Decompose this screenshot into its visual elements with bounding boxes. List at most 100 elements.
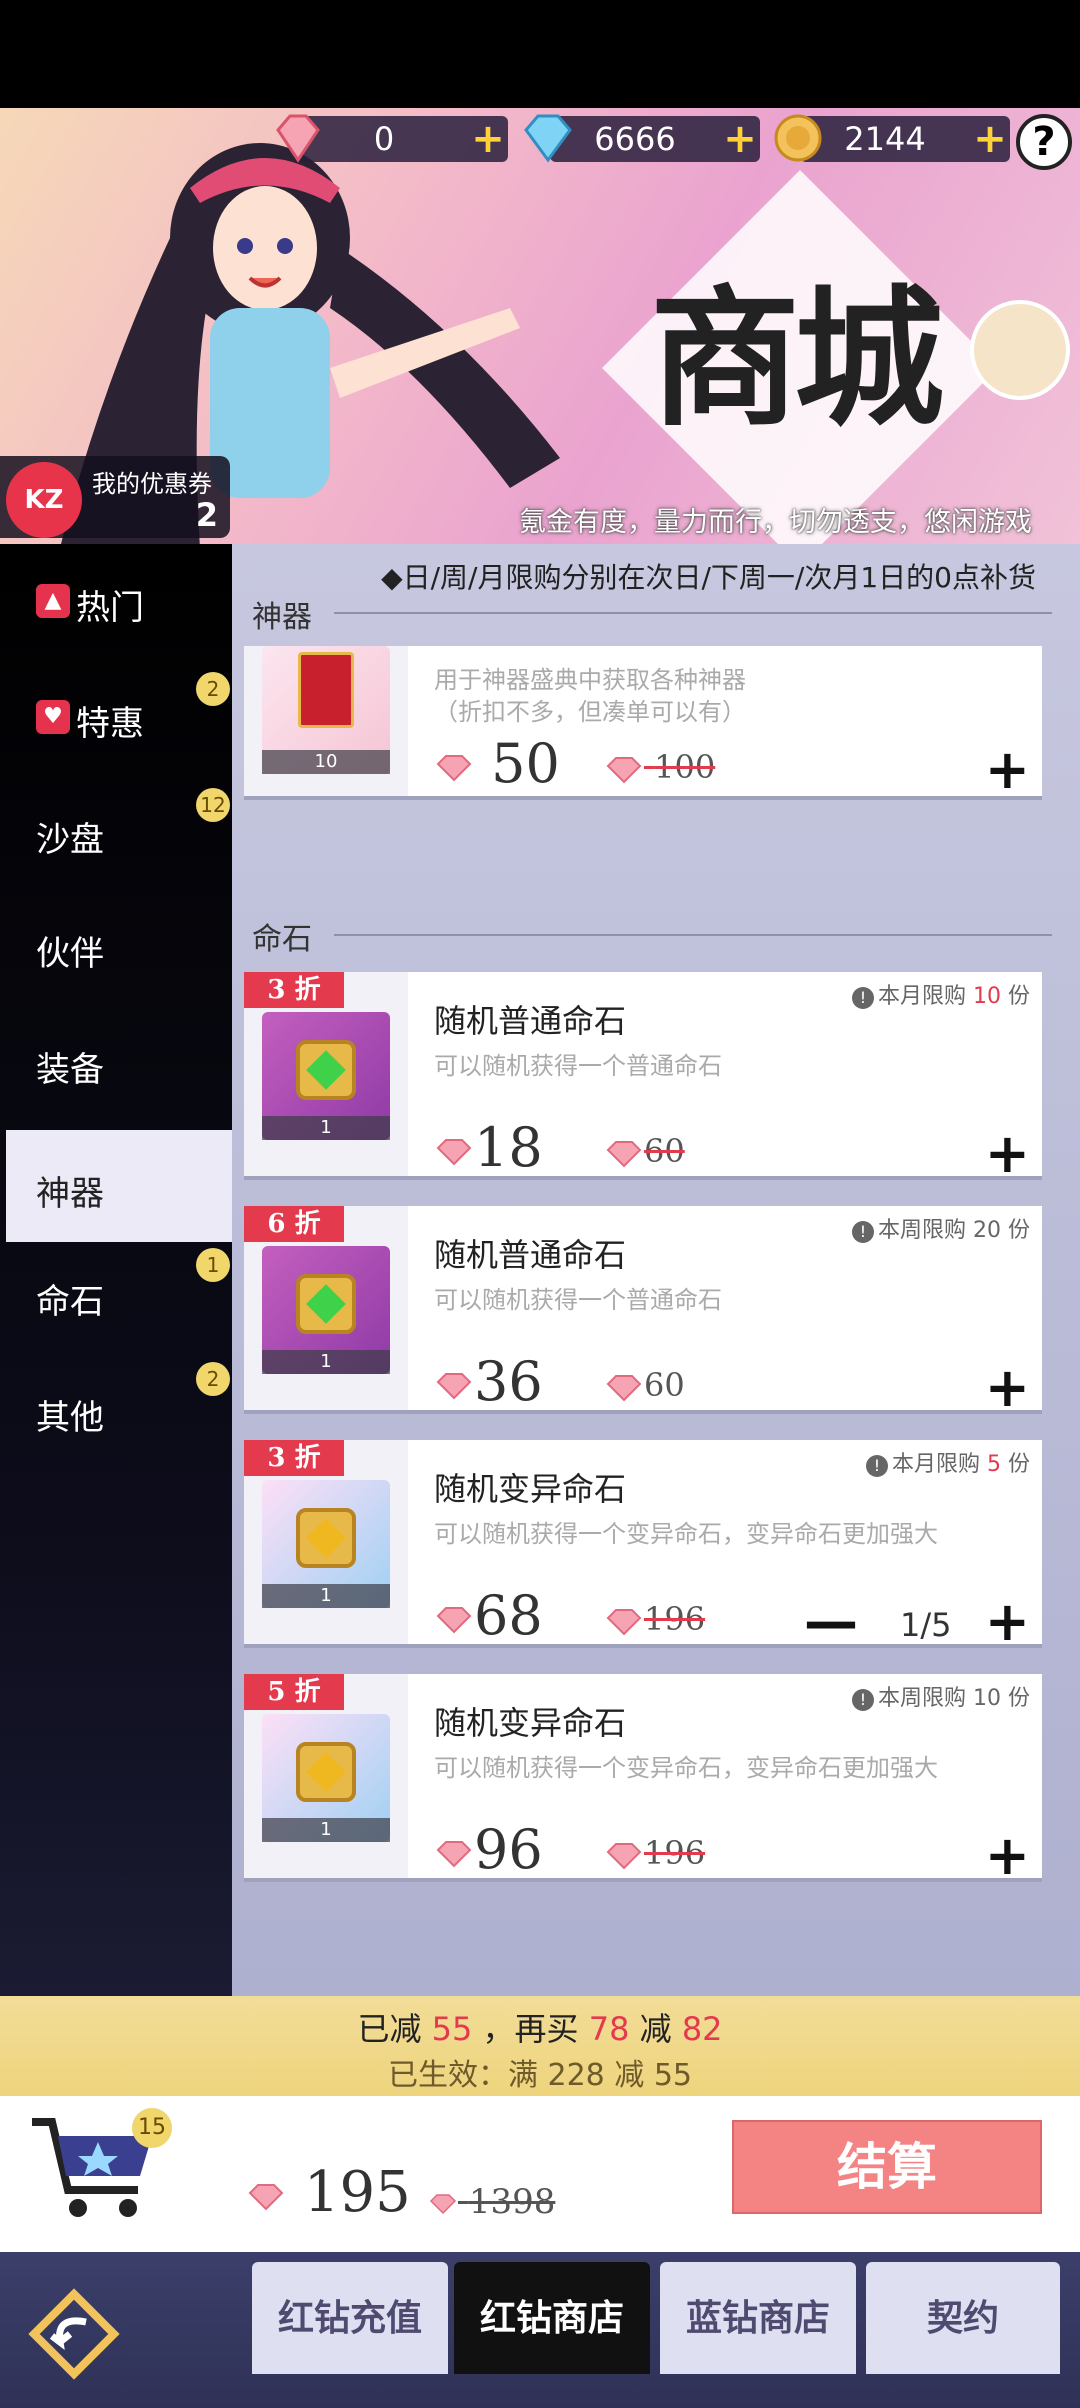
sidebar-item-partner[interactable]: 伙伴 (0, 890, 232, 1002)
product-description: 可以随机获得一个普通命石 (434, 1286, 722, 1314)
product-list[interactable]: ◆日/周/月限购分别在次日/下周一/次月1日的0点补货 神器 10 用于神器盛典… (232, 544, 1080, 1996)
section-title-fatestone: 命石 (252, 922, 312, 957)
sidebar-item-label: 热门 (76, 588, 144, 628)
add-to-cart-button[interactable]: + (985, 1824, 1030, 1887)
product-card[interactable]: 1 6 折 ! 本周限购 20 份 随机普通命石 可以随机获得一个普通命石 36 … (244, 1206, 1042, 1419)
discount-badge: 3 折 (244, 1440, 344, 1476)
sidebar-item-label: 装备 (36, 1050, 104, 1090)
gold-coin-icon (774, 114, 822, 162)
checkout-button[interactable]: 结算 (732, 2120, 1042, 2214)
section-divider (334, 612, 1052, 614)
discount-promo-bar: 已减 55 ，再买 78 减 82 已生效：满 228 减 55 (0, 1996, 1080, 2096)
discount-tag-icon: ♥ (36, 700, 70, 734)
sidebar-item-artifact[interactable]: 神器 (6, 1130, 232, 1242)
product-original-price: 196 (604, 1600, 705, 1638)
product-price: 96 (434, 1818, 543, 1881)
red-diamond-icon (436, 1139, 472, 1166)
category-sidebar: ▲ 热门 ♥ 特惠 2 沙盘 12 伙伴 装备 神器 命石 1 其他 2 (0, 544, 232, 1996)
product-name: 随机变异命石 (434, 1470, 627, 1508)
red-diamond-icon (436, 1373, 472, 1400)
coupon-count: 2 (195, 496, 218, 534)
product-price: 68 (434, 1584, 543, 1647)
red-diamond-icon (606, 1140, 642, 1167)
product-description: 可以随机获得一个变异命石，变异命石更加强大 (434, 1754, 938, 1782)
cart-count-badge: 15 (132, 2108, 172, 2148)
sidebar-item-fatestone[interactable]: 命石 (0, 1238, 232, 1350)
product-card[interactable]: 1 3 折 ! 本月限购 5 份 随机变异命石 可以随机获得一个变异命石，变异命石… (244, 1440, 1042, 1653)
blue-diamond-icon (524, 114, 572, 163)
decrease-quantity-button[interactable]: — (804, 1590, 858, 1653)
sidebar-item-special[interactable]: ♥ 特惠 (0, 660, 232, 772)
fatestone-icon: 1 (262, 1012, 390, 1140)
tab-red-diamond-recharge[interactable]: 红钻充值 (252, 2262, 448, 2374)
product-card[interactable]: 1 5 折 ! 本周限购 10 份 随机变异命石 可以随机获得一个变异命石，变异命… (244, 1674, 1042, 1887)
cart-total: 195 (246, 2160, 411, 2225)
sidebar-item-label: 特惠 (76, 704, 144, 744)
product-original-price: 60 (604, 1366, 685, 1404)
sidebar-item-hot[interactable]: ▲ 热门 (0, 544, 232, 656)
red-diamond-currency: 0 + (276, 114, 508, 163)
shop-mascot-avatar[interactable] (970, 300, 1070, 400)
purchase-limit: ! 本月限购 10 份 (851, 978, 1030, 1010)
cart-quantity: 1/5 (900, 1606, 952, 1644)
sidebar-badge-fatestone: 1 (196, 1248, 230, 1282)
sidebar-badge-special: 2 (196, 672, 230, 706)
section-divider (334, 934, 1052, 936)
cart-original-total: 1398 (428, 2182, 555, 2222)
sidebar-item-sandbox[interactable]: 沙盘 (0, 776, 232, 888)
add-to-cart-button[interactable]: + (985, 1122, 1030, 1185)
red-diamond-icon (248, 2183, 284, 2210)
sidebar-item-equipment[interactable]: 装备 (0, 1006, 232, 1118)
item-quantity: 10 (262, 750, 390, 774)
mutant-fatestone-icon: 1 (262, 1714, 390, 1842)
red-diamond-icon (436, 755, 472, 782)
product-card[interactable]: 1 3 折 ! 本月限购 10 份 随机普通命石 可以随机获得一个普通命石 18 … (244, 972, 1042, 1185)
banner-tagline: 氪金有度，量力而行，切勿透支，悠闲游戏 (519, 507, 1032, 538)
sidebar-item-label: 沙盘 (36, 820, 104, 860)
help-icon[interactable]: ? (1016, 114, 1072, 170)
discount-badge: 3 折 (244, 972, 344, 1008)
red-diamond-icon (606, 1608, 642, 1635)
back-arrow-icon[interactable] (26, 2286, 122, 2382)
product-description: 可以随机获得一个普通命石 (434, 1052, 722, 1080)
product-price: 18 (434, 1116, 543, 1179)
add-to-cart-button[interactable]: + (985, 738, 1030, 801)
product-price: 36 (434, 1350, 543, 1413)
fire-icon: ▲ (36, 584, 70, 618)
product-description: 用于神器盛典中获取各种神器 （折扣不多，但凑单可以有） (434, 666, 746, 726)
tab-contract[interactable]: 契约 (866, 2262, 1060, 2374)
my-coupons-button[interactable]: KZ 我的优惠券 2 (0, 456, 230, 538)
sidebar-item-label: 命石 (36, 1282, 104, 1322)
product-card-artifact[interactable]: 10 用于神器盛典中获取各种神器 （折扣不多，但凑单可以有） 50 100 + (244, 646, 1042, 801)
section-title-other: 其他 (252, 1988, 312, 1996)
red-diamond-icon (276, 114, 320, 163)
tab-red-diamond-shop[interactable]: 红钻商店 (454, 2262, 650, 2374)
add-to-cart-button[interactable]: + (985, 1356, 1030, 1419)
product-thumb-pane: 10 (244, 646, 408, 796)
red-diamond-icon (606, 1374, 642, 1401)
red-diamond-icon (436, 1841, 472, 1868)
add-blue-diamond-button[interactable]: + (720, 116, 760, 162)
restock-notice: ◆日/周/月限购分别在次日/下周一/次月1日的0点补货 (381, 561, 1036, 594)
product-name: 随机普通命石 (434, 1236, 627, 1274)
add-gold-coin-button[interactable]: + (970, 116, 1010, 162)
sidebar-item-label: 伙伴 (36, 934, 104, 974)
add-to-cart-button[interactable]: + (985, 1590, 1030, 1653)
mutant-fatestone-icon: 1 (262, 1480, 390, 1608)
product-original-price: 196 (604, 1834, 705, 1872)
gold-coin-currency: 2144 + (774, 114, 1010, 162)
discount-badge: 5 折 (244, 1674, 344, 1710)
add-red-diamond-button[interactable]: + (468, 116, 508, 162)
product-original-price: 100 (604, 748, 715, 786)
coupon-label: 我的优惠券 (92, 470, 212, 498)
status-bar (0, 0, 1080, 108)
red-diamond-icon (436, 1607, 472, 1634)
product-price: 50 (434, 732, 560, 795)
sidebar-badge-other: 2 (196, 1362, 230, 1396)
coupon-icon: KZ (6, 462, 82, 538)
product-description: 可以随机获得一个变异命石，变异命石更加强大 (434, 1520, 938, 1548)
sidebar-item-label: 其他 (36, 1398, 104, 1438)
tab-blue-diamond-shop[interactable]: 蓝钻商店 (660, 2262, 856, 2374)
product-name: 随机变异命石 (434, 1704, 627, 1742)
sidebar-item-label: 神器 (36, 1174, 104, 1214)
